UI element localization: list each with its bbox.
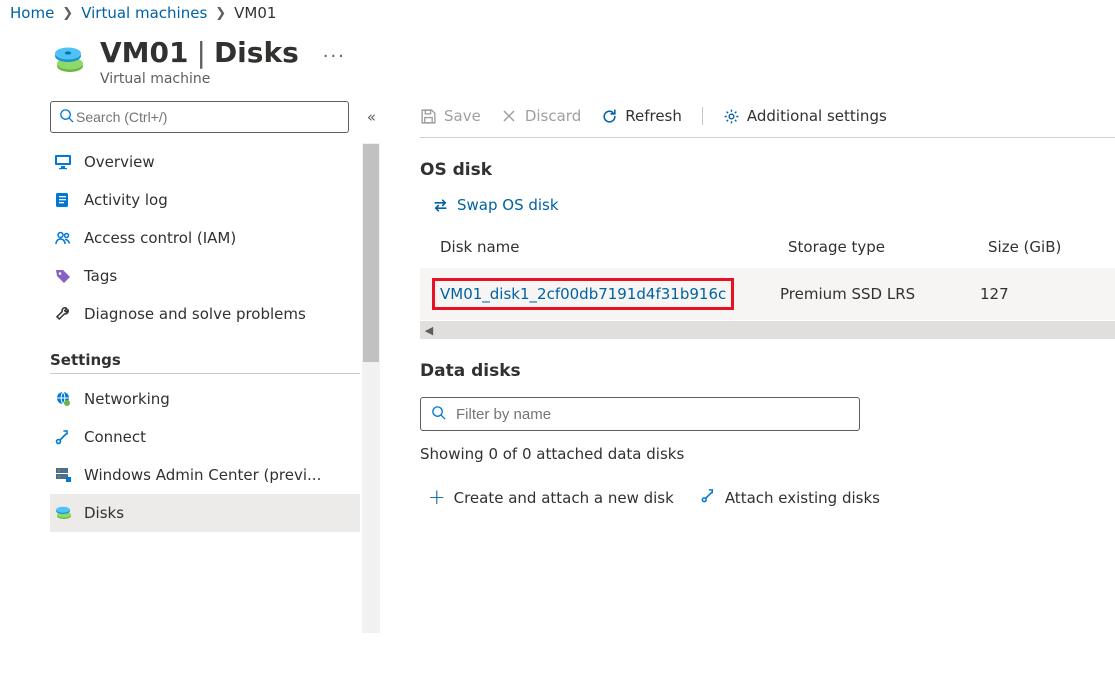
main-content: Save Discard Refresh Additional settings [380,101,1115,663]
plus-icon: + [428,487,446,508]
breadcrumb-virtual-machines[interactable]: Virtual machines [81,4,207,22]
sidebar-item-label: Networking [84,390,170,408]
sidebar-item-label: Disks [84,504,124,522]
additional-settings-button[interactable]: Additional settings [723,107,887,125]
refresh-icon [601,108,618,125]
swap-icon [432,197,449,214]
sidebar-item-label: Diagnose and solve problems [84,305,306,323]
sidebar-item-networking[interactable]: Networking [50,380,360,418]
sidebar-item-connect[interactable]: Connect [50,418,360,456]
connect-icon [54,428,72,446]
sidebar-item-label: Windows Admin Center (previ... [84,466,321,484]
data-disk-filter-input[interactable] [454,405,849,424]
monitor-icon [54,153,72,171]
sidebar-search[interactable] [50,101,349,133]
discard-button: Discard [501,107,581,125]
globe-icon [54,390,72,408]
attach-existing-disks-button[interactable]: Attach existing disks [700,487,880,508]
os-disk-name-link[interactable]: VM01_disk1_2cf00db7191d4f31b916c [432,278,734,310]
sidebar-item-access-control[interactable]: Access control (IAM) [50,219,360,257]
sidebar-scrollbar[interactable] [362,143,380,633]
save-button: Save [420,107,481,125]
attach-icon [700,487,717,508]
sidebar-search-input[interactable] [74,108,340,126]
command-bar: Save Discard Refresh Additional settings [420,101,1115,138]
sidebar: « Overview Activity log [50,101,380,663]
chevron-right-icon: ❯ [215,6,226,21]
sidebar-item-label: Overview [84,153,155,171]
create-attach-disk-button[interactable]: + Create and attach a new disk [428,487,674,508]
os-disk-heading: OS disk [420,160,1115,180]
sidebar-item-tags[interactable]: Tags [50,257,360,295]
sidebar-item-windows-admin-center[interactable]: Windows Admin Center (previ... [50,456,360,494]
command-separator [702,107,703,125]
server-icon [54,466,72,484]
breadcrumb-home[interactable]: Home [10,4,54,22]
sidebar-item-label: Activity log [84,191,168,209]
os-disk-size: 127 [980,285,1115,303]
column-storage-type: Storage type [788,238,988,256]
wrench-icon [54,305,72,323]
data-disks-heading: Data disks [420,361,1115,381]
swap-os-disk-button[interactable]: Swap OS disk [432,196,1115,214]
page-title: VM01 | Disks [100,36,299,69]
more-button[interactable]: ··· [323,46,346,67]
search-icon [59,108,74,127]
people-icon [54,229,72,247]
search-icon [431,405,446,424]
sidebar-item-diagnose[interactable]: Diagnose and solve problems [50,295,360,333]
os-disk-storage-type: Premium SSD LRS [780,285,980,303]
disks-icon [54,504,72,522]
sidebar-item-label: Access control (IAM) [84,229,236,247]
os-disk-row: VM01_disk1_2cf00db7191d4f31b916c Premium… [420,268,1115,320]
collapse-sidebar-button[interactable]: « [363,104,380,130]
page-header: VM01 | Disks Virtual machine ··· [0,30,1115,101]
table-horizontal-scrollbar[interactable]: ◀ [420,321,1115,339]
refresh-button[interactable]: Refresh [601,107,682,125]
sidebar-item-overview[interactable]: Overview [50,143,360,181]
breadcrumb: Home ❯ Virtual machines ❯ VM01 [0,0,1115,30]
chevron-right-icon: ❯ [62,6,73,21]
tag-icon [54,267,72,285]
sidebar-item-label: Tags [84,267,117,285]
save-icon [420,108,437,125]
sidebar-item-label: Connect [84,428,146,446]
sidebar-group-settings: Settings [50,333,360,374]
column-disk-name: Disk name [440,238,788,256]
column-size: Size (GiB) [988,238,1115,256]
data-disk-filter[interactable] [420,397,860,431]
log-icon [54,191,72,209]
disks-icon [50,42,86,78]
data-disks-count: Showing 0 of 0 attached data disks [420,445,1115,463]
sidebar-item-disks[interactable]: Disks [50,494,360,532]
breadcrumb-current: VM01 [234,4,276,22]
gear-icon [723,108,740,125]
close-icon [501,108,518,125]
sidebar-item-activity-log[interactable]: Activity log [50,181,360,219]
os-disk-table: Disk name Storage type Size (GiB) VM01_d… [420,230,1115,339]
page-subtitle: Virtual machine [100,71,299,87]
